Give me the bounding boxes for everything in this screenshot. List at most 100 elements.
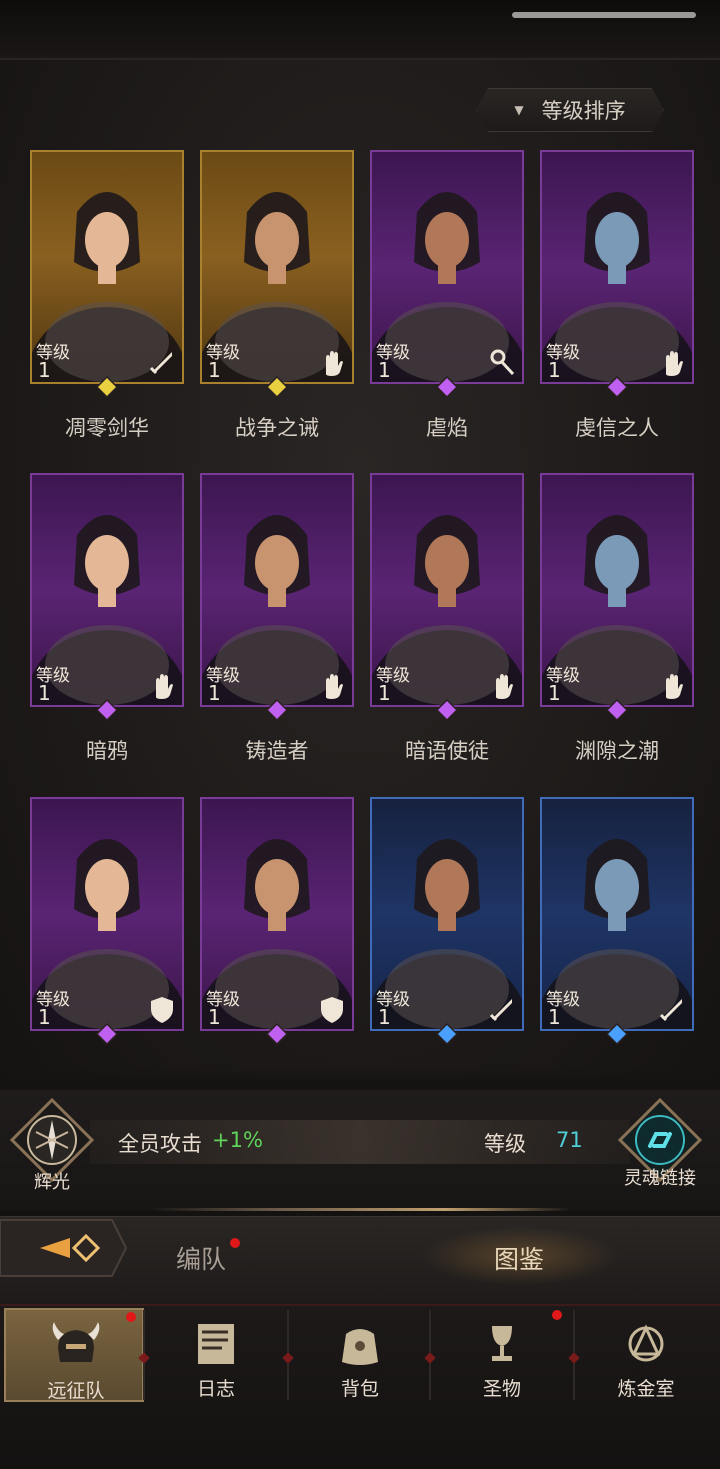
rarity-gem-icon [606, 376, 628, 398]
hero-name: 暗鸦 [86, 739, 128, 763]
top-bar [0, 0, 720, 60]
hand-icon [326, 674, 343, 699]
total-level-value: 71 [556, 1128, 583, 1152]
hero-portrait-frame: 等级 1 [200, 150, 354, 384]
hero-level-value: 1 [548, 358, 561, 382]
hero-level-value: 1 [38, 1005, 51, 1029]
hero-level-value: 1 [548, 681, 561, 705]
rarity-gem-icon [266, 699, 288, 721]
back-button[interactable] [0, 1216, 130, 1280]
hero-level-value: 1 [38, 358, 51, 382]
grail-icon [492, 1326, 512, 1361]
nav-label: 日志 [196, 1378, 235, 1400]
shield-icon [151, 997, 173, 1023]
hero-portrait-frame: 等级 1 [30, 150, 184, 384]
tab-codex[interactable]: 图鉴 [494, 1240, 544, 1276]
rarity-gem-icon [96, 376, 118, 398]
scroll-icon [198, 1324, 234, 1364]
rarity-gem-icon [96, 699, 118, 721]
sword-icon [489, 999, 512, 1022]
hero-card[interactable]: 等级 1 [540, 797, 694, 1047]
hero-card[interactable]: 等级 1 凋零剑华 [30, 150, 184, 440]
hero-portrait-frame: 等级 1 [370, 797, 524, 1031]
nav-item[interactable]: 背包 [290, 1308, 430, 1402]
formation-notification-dot [230, 1238, 240, 1248]
sort-label: 等级排序 [541, 99, 626, 123]
hero-portrait-frame: 等级 1 [540, 473, 694, 707]
scroll-fade [0, 1068, 720, 1090]
nav-label: 圣物 [482, 1378, 521, 1400]
hero-portrait-frame: 等级 1 [370, 473, 524, 707]
hero-level-value: 1 [208, 681, 221, 705]
bag-icon [342, 1329, 378, 1365]
section-divider [150, 1208, 570, 1211]
sword-icon [659, 999, 682, 1022]
hero-card[interactable]: 等级 1 暗鸦 [30, 473, 184, 763]
hero-level-value: 1 [208, 358, 221, 382]
rarity-gem-icon [266, 376, 288, 398]
radiance-label: 辉光 [34, 1172, 70, 1193]
nav-item[interactable]: 远征队 [4, 1308, 144, 1402]
hero-level-value: 1 [38, 681, 51, 705]
hand-icon [666, 351, 683, 376]
alchemy-icon [628, 1324, 664, 1362]
hero-card[interactable]: 等级 1 战争之诫 [200, 150, 354, 440]
relics-notification-dot [552, 1310, 562, 1320]
hero-card[interactable]: 等级 1 [200, 797, 354, 1047]
rarity-gem-icon [436, 1023, 458, 1045]
tab-formation[interactable]: 编队 [176, 1240, 226, 1276]
nav-item[interactable]: 日志 [146, 1308, 286, 1402]
hero-card[interactable]: 等级 1 铸造者 [200, 473, 354, 763]
soul-link-label: 灵魂链接 [624, 1168, 696, 1189]
nav-label: 炼金室 [617, 1378, 675, 1400]
team-attack-value: +1% [212, 1128, 263, 1152]
hero-portrait-frame: 等级 1 [540, 797, 694, 1031]
hero-card[interactable]: 等级 1 虔信之人 [540, 150, 694, 440]
hero-portrait-frame: 等级 1 [370, 150, 524, 384]
hand-icon [326, 351, 343, 376]
hero-level-value: 1 [208, 1005, 221, 1029]
nav-label: 远征队 [47, 1380, 105, 1402]
hero-card[interactable]: 等级 1 [30, 797, 184, 1047]
rarity-gem-icon [436, 376, 458, 398]
total-level-label: 等级 [484, 1132, 526, 1156]
nav-item[interactable]: 炼金室 [576, 1308, 716, 1402]
hero-name: 渊隙之潮 [575, 739, 659, 763]
hero-portrait-frame: 等级 1 [200, 473, 354, 707]
hero-name: 铸造者 [245, 739, 309, 763]
hero-card[interactable]: 等级 1 虐焰 [370, 150, 524, 440]
sword-icon [149, 352, 172, 375]
hero-portrait-frame: 等级 1 [200, 797, 354, 1031]
nav-item[interactable]: 圣物 [432, 1308, 572, 1402]
back-arrow-icon [0, 1219, 128, 1277]
hand-icon [496, 674, 513, 699]
staff-icon [490, 349, 515, 376]
hero-portrait-frame: 等级 1 [540, 150, 694, 384]
hand-icon [666, 674, 683, 699]
hero-name: 战争之诫 [235, 416, 319, 440]
hero-card[interactable]: 等级 1 渊隙之潮 [540, 473, 694, 763]
sort-by-level-button[interactable]: ▼ 等级排序 [476, 88, 664, 132]
hero-name: 虔信之人 [575, 416, 659, 440]
shield-icon [321, 997, 343, 1023]
hero-card[interactable]: 等级 1 [370, 797, 524, 1047]
hero-portrait-frame: 等级 1 [30, 797, 184, 1031]
expedition-notification-dot [126, 1312, 136, 1322]
hero-level-value: 1 [378, 681, 391, 705]
hero-level-value: 1 [378, 1005, 391, 1029]
rarity-gem-icon [266, 1023, 288, 1045]
hero-name: 暗语使徒 [405, 739, 489, 763]
home-indicator [512, 12, 696, 18]
hero-name: 凋零剑华 [65, 416, 149, 440]
rarity-gem-icon [436, 699, 458, 721]
rarity-gem-icon [96, 1023, 118, 1045]
hero-level-value: 1 [548, 1005, 561, 1029]
hero-card[interactable]: 等级 1 暗语使徒 [370, 473, 524, 763]
hero-level-value: 1 [378, 358, 391, 382]
rarity-gem-icon [606, 699, 628, 721]
rarity-gem-icon [606, 1023, 628, 1045]
dropdown-arrow-icon: ▼ [514, 103, 524, 117]
nav-label: 背包 [340, 1378, 379, 1400]
team-attack-label: 全员攻击 [118, 1132, 202, 1156]
hero-portrait-frame: 等级 1 [30, 473, 184, 707]
